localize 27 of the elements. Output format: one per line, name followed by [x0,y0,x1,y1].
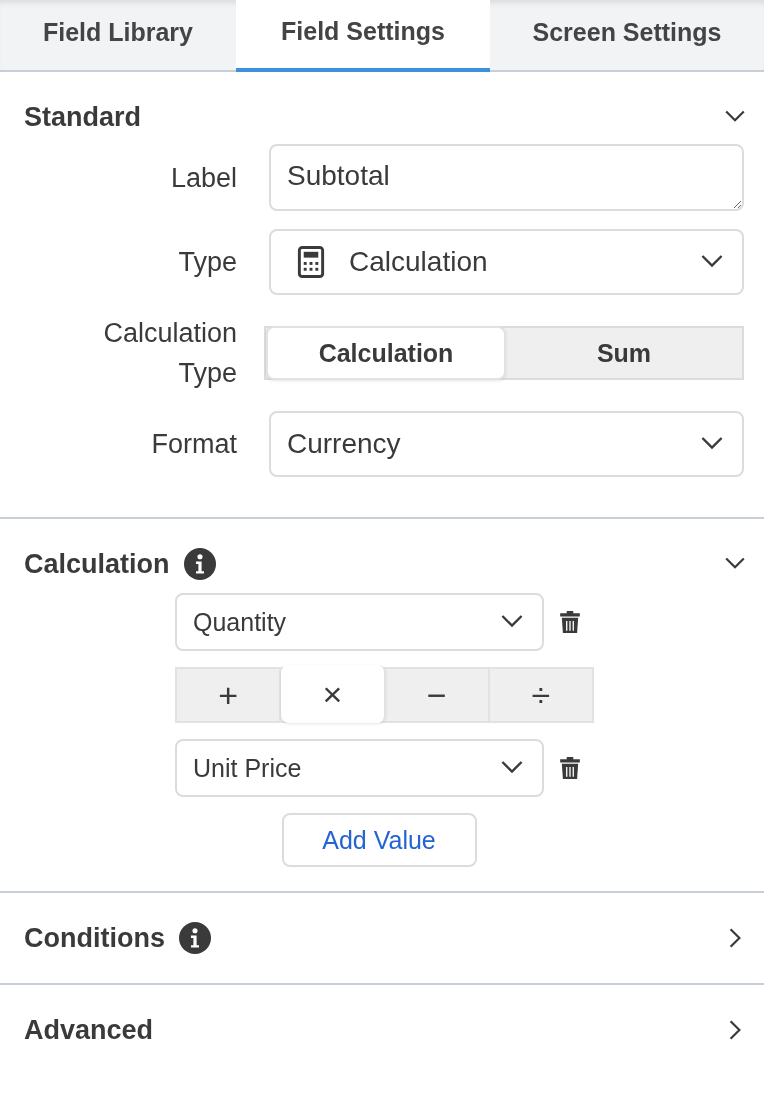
field-label: Format [150,428,238,461]
section-title: Advanced [24,1014,154,1046]
tab[interactable]: Field Settings [236,0,490,72]
calculator-icon [297,246,325,278]
trash-icon[interactable] [558,610,581,634]
section-title: Conditions [24,922,165,954]
operand-select[interactable]: Quantity [175,593,544,651]
field-label: Label [169,161,238,195]
tab[interactable]: Field Library [0,0,236,70]
add-value-button[interactable]: Add Value [281,813,477,867]
tab[interactable]: Screen Settings [490,0,764,70]
segment-option[interactable]: Sum [506,326,742,380]
info-icon[interactable] [179,922,211,954]
operator-button[interactable]: × [281,665,386,723]
operand-select[interactable]: Unit Price [175,739,544,797]
info-icon[interactable] [183,548,216,580]
format-select[interactable]: Currency [269,411,744,477]
field-label: Calculation Type [102,317,238,390]
section-title: Standard [24,101,142,133]
operator-button[interactable]: ÷ [489,669,592,721]
field-label: Type [177,246,238,279]
section-title: Calculation [24,548,170,580]
operator-button[interactable]: − [385,669,490,721]
type-select[interactable]: Calculation [269,229,744,295]
segment-option[interactable]: Calculation [266,326,506,380]
label-input[interactable]: Subtotal [269,144,744,211]
trash-icon[interactable] [558,756,581,780]
